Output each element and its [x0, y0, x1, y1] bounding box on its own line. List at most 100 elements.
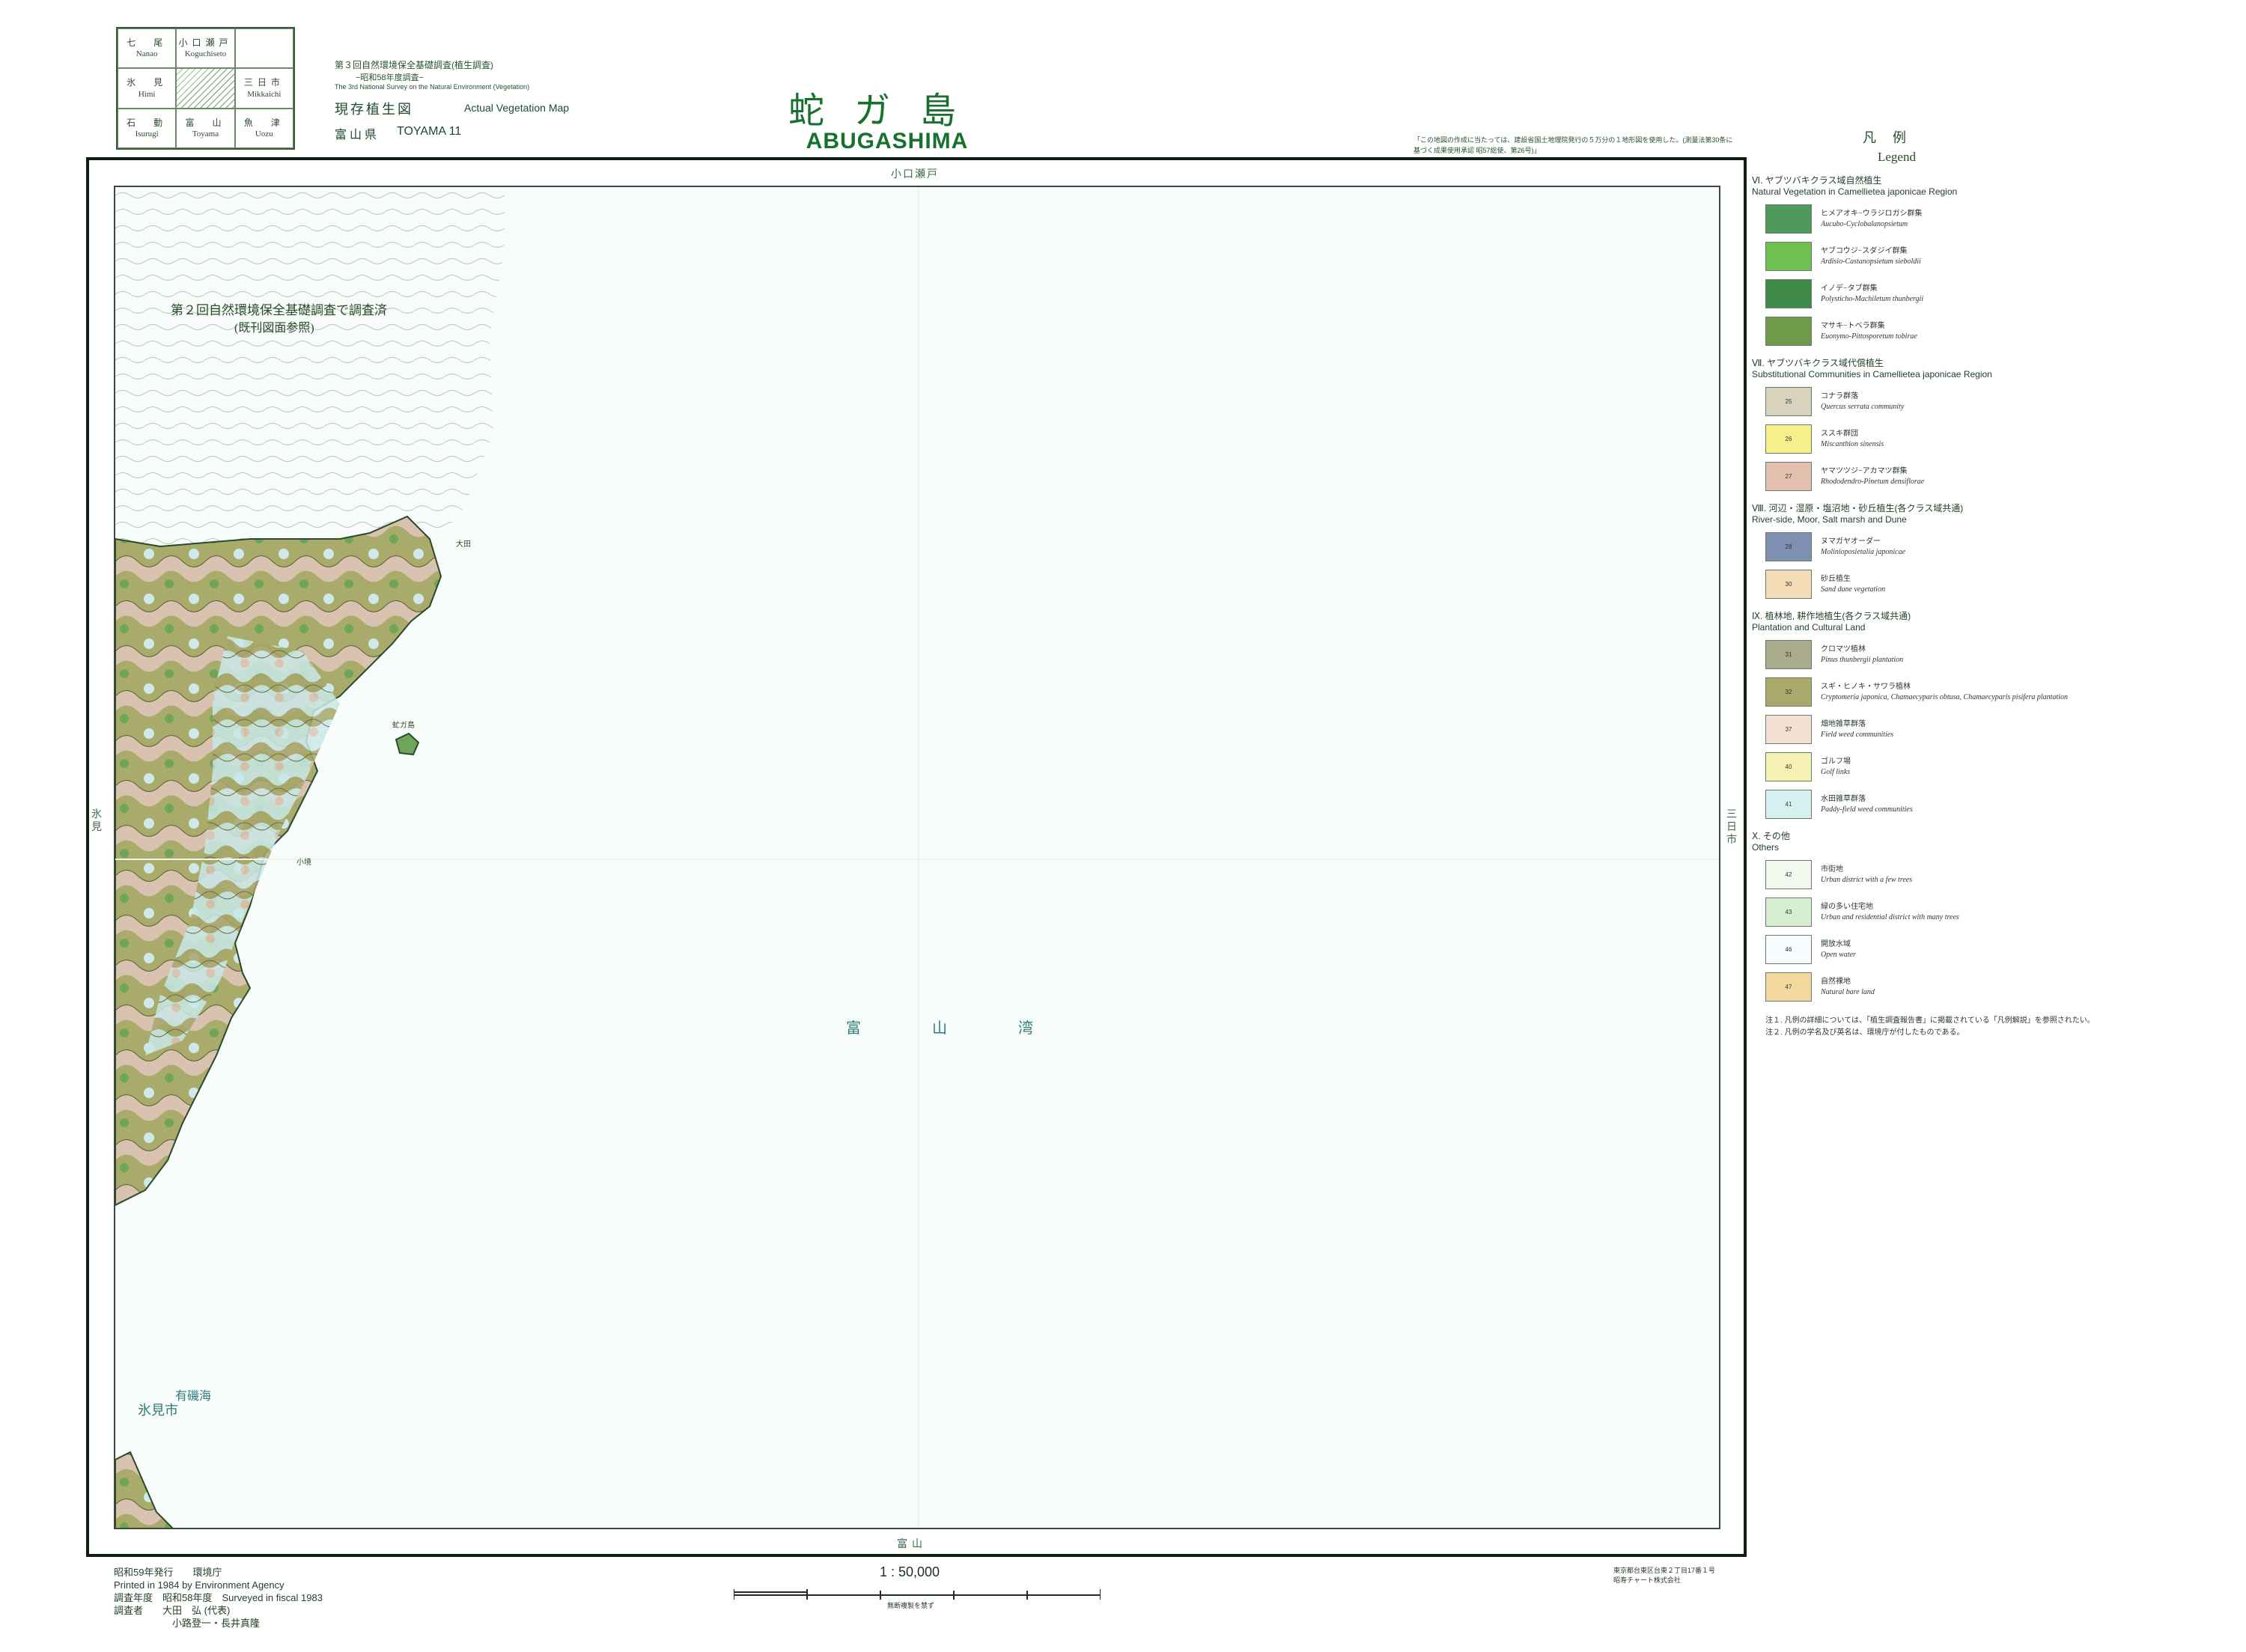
surveyed-note-ref: (既刊図面参照) [234, 322, 314, 335]
prefecture-jp: 富山県 [335, 129, 380, 141]
survey-year-label: 調査年度 [114, 1592, 153, 1603]
legend-item-en: Quercus serrata community [1821, 402, 1905, 411]
legend-swatch [1765, 317, 1812, 346]
index-cell: 七 尾 Nanao [118, 28, 177, 69]
legend-swatch: 32 [1765, 677, 1812, 707]
legend-item-jp: マサキ−トベラ群集 [1821, 321, 1885, 330]
legend-item-jp: ゴルフ場 [1821, 757, 1851, 766]
printed-en: Printed in 1984 by Environment Agency [114, 1579, 284, 1591]
legend-swatch: 46 [1765, 935, 1812, 964]
legend-item-jp: ススキ群団 [1821, 429, 1858, 438]
legend-note: 注１. 凡例の詳細については、「植生調査報告書」に掲載されている「凡例解説」を参… [1765, 1017, 2095, 1025]
legend-item-en: Field weed communities [1821, 730, 1894, 739]
survey-title-en: The 3rd National Survey on the Natural E… [335, 83, 530, 91]
sheet-title-jp: 蛇ガ島 [788, 91, 986, 131]
legend-item-en: Cryptomeria japonica, Chamaecyparis obtu… [1821, 692, 2068, 701]
adjacent-sheets-index: 七 尾 Nanao 小口瀬戸 Koguchiseto 氷 見 Himi 三日市 Mikkaic… [116, 27, 295, 150]
legend-item-jp: 畑地雑草群落 [1821, 719, 1866, 728]
map-scale: 1 : 50,000 [880, 1564, 940, 1579]
legend-item-en: Paddy-field weed communities [1821, 805, 1913, 814]
legend-item-en: Urban district with a few trees [1821, 875, 1913, 884]
legend-swatch: 30 [1765, 570, 1812, 599]
legend-item: 32 スギ・ヒノキ・サワラ植林 Cryptomeria japonica, Cham… [1765, 677, 2239, 707]
legend-swatch: 25 [1765, 387, 1812, 416]
printer-info: 東京都台東区台東２丁目17番１号 昭寿チャート株式会社 [1613, 1566, 1715, 1585]
legend-item-en: Urban and residential district with many… [1821, 912, 1959, 921]
survey-subtitle: −昭和58年度調査− [356, 73, 424, 82]
map-type-en: Actual Vegetation Map [464, 102, 570, 114]
map-area[interactable]: 大田 虻ガ島 小境 氷見市 有磯海 [114, 186, 1720, 1529]
legend-item-text: 市街地 Urban district with a few trees [1821, 865, 1912, 886]
legend-group: Ⅹ. その他 Others 42 市街地 Urban district with a f… [1752, 829, 2239, 1002]
survey-title: 第３回自然環境保全基礎調査(植生調査) [335, 60, 493, 70]
legend-swatch: 28 [1765, 532, 1812, 561]
edge-label-bottom: 富山 [897, 1539, 927, 1550]
legend-item: 47 自然裸地 Natural bare land [1765, 972, 2239, 1002]
legend-group-title-en: Natural Vegetation in Camellietea japoni… [1752, 186, 1958, 197]
printer-address: 東京都台東区台東２丁目17番１号 [1613, 1567, 1716, 1574]
legend-item-text: イノデ−タブ群集 Polysticho-Machiletum thunbergii [1821, 284, 1923, 305]
agency-jp: 環境庁 [192, 1567, 222, 1578]
legend-item-jp: ヒメアオキ−ウラジロガシ群集 [1821, 209, 1923, 218]
legend-swatch: 26 [1765, 424, 1812, 454]
legend-item: 27 ヤマツツジ−アカマツ群集 Rhododendro-Pinetum densif… [1765, 462, 2239, 491]
index-cell [234, 28, 293, 69]
legend-item: 37 畑地雑草群落 Field weed communities [1765, 715, 2239, 744]
legend-group-title-jp: Ⅹ. その他 [1752, 831, 1790, 841]
legend-item: イノデ−タブ群集 Polysticho-Machiletum thunbergii [1765, 279, 2239, 308]
legend-item-jp: 開放水域 [1821, 939, 1851, 948]
legend-item-en: Aucubo-Cyclobalanopsietum [1821, 219, 1908, 228]
legend-item-en: Pinus thunbergii plantation [1821, 655, 1904, 664]
legend-item-text: 砂丘植生 Sand dune vegetation [1821, 574, 1885, 595]
legend-item-text: ヤブコウジ−スダジイ群集 Ardisio-Castanopsietum siebo… [1821, 246, 1921, 267]
legend-item-jp: 自然裸地 [1821, 977, 1851, 986]
legend-group-title-en: Plantation and Cultural Land [1752, 622, 1866, 633]
index-cell: 富 山 Toyama [176, 108, 235, 148]
legend-item-text: ヒメアオキ−ウラジロガシ群集 Aucubo-Cyclobalanopsietum [1821, 209, 1922, 230]
legend-group: Ⅵ. ヤブツバキクラス域自然植生 Natural Vegetation in Ca… [1752, 174, 2239, 346]
legend-group-title-jp: Ⅶ. ヤブツバキクラス域代償植生 [1752, 358, 1884, 368]
legend-swatch [1765, 242, 1812, 271]
index-cell-en: Uozu [255, 129, 273, 138]
vegetation-map-graphic: 大田 虻ガ島 小境 氷見市 有磯海 [115, 187, 1719, 1528]
legend-item-text: スギ・ヒノキ・サワラ植林 Cryptomeria japonica, Chamae… [1821, 682, 2068, 703]
index-cell-en: Toyama [192, 129, 219, 138]
printer-name: 昭寿チャート株式会社 [1613, 1576, 1681, 1584]
legend-item-jp: ヤブコウジ−スダジイ群集 [1821, 246, 1908, 255]
legend-swatch: 42 [1765, 860, 1812, 889]
legend-item-text: 緑の多い住宅地 Urban and residential district wi… [1821, 902, 1959, 923]
legend-item-jp: 市街地 [1821, 865, 1843, 874]
legend-item-jp: ヤマツツジ−アカマツ群集 [1821, 466, 1908, 475]
legend-swatch [1765, 279, 1812, 308]
legend: Ⅵ. ヤブツバキクラス域自然植生 Natural Vegetation in Ca… [1752, 174, 2239, 1039]
legend-item: 28 ヌマガヤオーダー Molinioposietalia japonicae [1765, 532, 2239, 561]
index-cell: 三日市 Mikkaichi [234, 68, 293, 109]
index-cell: 魚 津 Uozu [234, 108, 293, 148]
index-cell-jp: 小口瀬戸 [178, 37, 233, 49]
sheet-title-en: ABUGASHIMA [806, 129, 969, 153]
place-label-himi: 氷見市 [138, 1403, 178, 1418]
legend-item-en: Polysticho-Machiletum thunbergii [1821, 294, 1924, 303]
index-cell-en: Nanao [136, 49, 158, 59]
legend-item-text: 畑地雑草群落 Field weed communities [1821, 719, 1893, 740]
legend-item-jp: スギ・ヒノキ・サワラ植林 [1821, 682, 1911, 691]
publication-info: 昭和59年発行 環境庁 Printed in 1984 by Environme… [114, 1566, 323, 1630]
legend-item-text: 自然裸地 Natural bare land [1821, 977, 1875, 998]
legend-item-jp: 砂丘植生 [1821, 574, 1851, 583]
legend-item-en: Rhododendro-Pinetum densiflorae [1821, 477, 1925, 486]
legend-item-jp: クロマツ植林 [1821, 644, 1866, 653]
legend-item: マサキ−トベラ群集 Euonymo-Pittosporetum tobirae [1765, 317, 2239, 346]
investigators-2: 小路登一・長井真隆 [172, 1618, 261, 1629]
legend-item-text: 開放水域 Open water [1821, 939, 1856, 960]
legend-item: 25 コナラ群落 Quercus serrata community [1765, 387, 2239, 416]
legend-group-title-jp: Ⅸ. 植林地, 耕作地植生(各クラス域共通) [1752, 611, 1911, 621]
survey-year: 昭和58年度 [162, 1592, 213, 1603]
scale-caption: 無断複製を禁ず [887, 1602, 935, 1609]
legend-item-en: Open water [1821, 950, 1856, 959]
legend-group-title-en: Substitutional Communities in Camelliete… [1752, 369, 1992, 380]
legend-group: Ⅷ. 河辺・湿原・塩沼地・砂丘植生(各クラス域共通) River-side, Mo… [1752, 502, 2239, 599]
legend-item-jp: コナラ群落 [1821, 391, 1858, 400]
legend-item: 41 水田雑草群落 Paddy-field weed communities [1765, 790, 2239, 819]
edge-label-top: 小口瀬戸 [891, 169, 939, 180]
bay-label: 富山湾 [846, 1020, 1104, 1037]
